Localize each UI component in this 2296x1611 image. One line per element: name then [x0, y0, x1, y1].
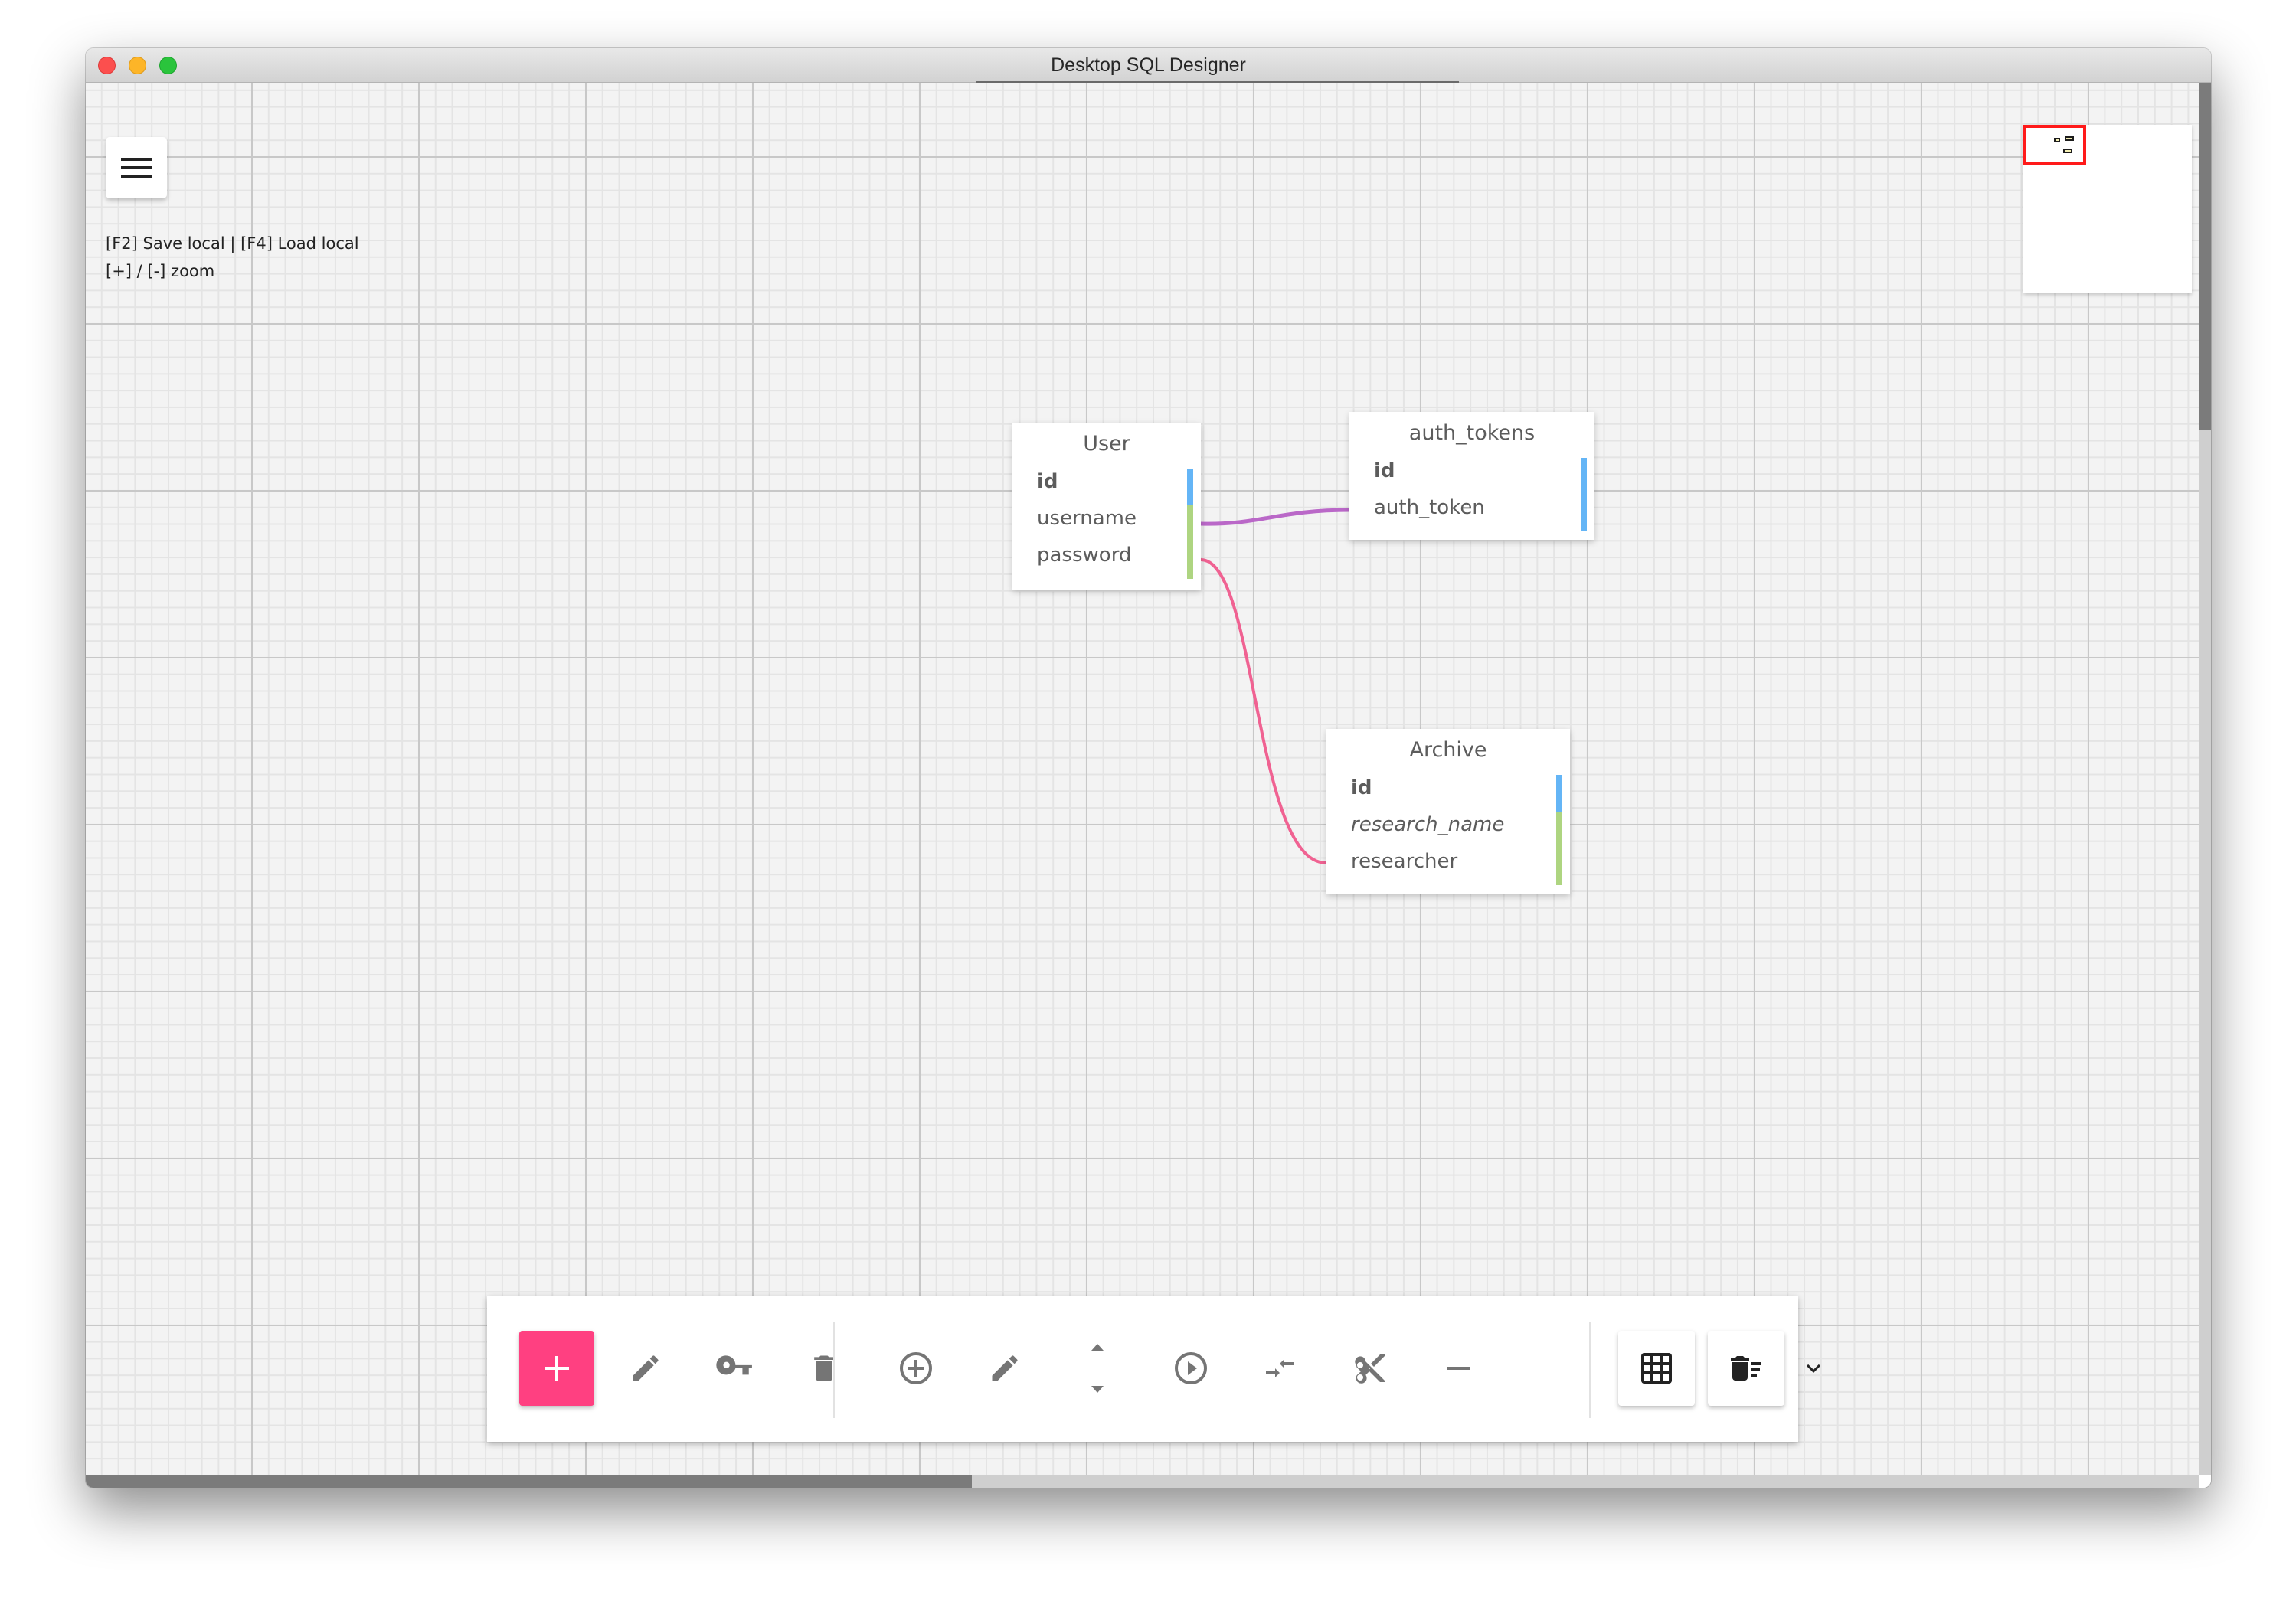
field-marker — [1556, 812, 1562, 885]
minimap-table-user — [2054, 138, 2060, 142]
add-table-button[interactable] — [519, 1331, 594, 1406]
minimap-table-archive — [2063, 149, 2072, 153]
clear-all-icon — [1731, 1356, 1761, 1381]
relations-layer — [1200, 508, 1350, 865]
minimap[interactable] — [2023, 125, 2192, 293]
main-menu-button[interactable] — [106, 137, 167, 198]
table-field[interactable]: research_name — [1351, 813, 1504, 836]
primary-key-marker — [1187, 469, 1193, 505]
field-marker — [1187, 505, 1193, 579]
hamburger-menu-icon — [121, 158, 152, 161]
app-window: Desktop SQL Designer User id username pa… — [86, 48, 2211, 1488]
chevron-down-icon — [1807, 1364, 1820, 1373]
table-user[interactable]: User id username password — [1012, 423, 1201, 590]
remove-field-button[interactable] — [1421, 1331, 1496, 1406]
vertical-scrollbar-thumb[interactable] — [2199, 83, 2211, 430]
move-field-icon — [1091, 1344, 1104, 1393]
clear-all-button[interactable] — [1708, 1331, 1784, 1406]
disconnect-icon — [1355, 1354, 1385, 1384]
primary-key-marker — [1556, 775, 1562, 812]
table-field[interactable]: id — [1351, 776, 1372, 799]
shortcut-help-zoom: [+] / [-] zoom — [106, 262, 215, 280]
toolbar-divider — [833, 1322, 835, 1418]
table-field[interactable]: id — [1374, 459, 1395, 482]
remove-field-icon — [1447, 1367, 1470, 1370]
edit-table-icon — [633, 1355, 659, 1381]
minimap-viewport[interactable] — [2023, 125, 2086, 165]
table-field[interactable]: username — [1037, 507, 1137, 530]
move-field-button[interactable] — [1060, 1331, 1135, 1406]
add-table-icon — [545, 1356, 569, 1381]
hamburger-menu-icon-line — [121, 175, 152, 178]
table-field[interactable]: auth_token — [1374, 496, 1485, 519]
shortcut-help-save-load: [F2] Save local | [F4] Load local — [106, 234, 359, 253]
key-button[interactable] — [697, 1331, 772, 1406]
merge-button[interactable] — [1242, 1331, 1317, 1406]
minimap-table-auth-tokens — [2065, 136, 2074, 141]
window-title: Desktop SQL Designer — [1051, 54, 1246, 76]
toolbar-divider — [1589, 1322, 1591, 1418]
relation-user-archive[interactable] — [1200, 558, 1327, 865]
key-icon — [716, 1355, 752, 1375]
delete-table-button[interactable] — [787, 1331, 862, 1406]
table-field[interactable]: password — [1037, 544, 1131, 567]
delete-table-icon — [814, 1355, 834, 1381]
bottom-toolbar — [487, 1296, 1820, 1442]
add-field-icon — [900, 1352, 932, 1384]
table-title: User — [1083, 432, 1130, 456]
scrollbar-corner — [2199, 1475, 2211, 1488]
connect-icon — [1175, 1352, 1207, 1384]
table-auth-tokens[interactable]: auth_tokens id auth_token — [1349, 412, 1594, 540]
edit-field-icon — [992, 1355, 1018, 1381]
relation-user-auth-tokens[interactable] — [1200, 508, 1350, 526]
connect-button[interactable] — [1153, 1331, 1228, 1406]
title-bar: Desktop SQL Designer — [86, 48, 2211, 83]
disconnect-button[interactable] — [1332, 1331, 1407, 1406]
diagram-canvas[interactable]: User id username password auth_tokens id… — [86, 83, 2199, 1475]
more-options-button[interactable] — [1776, 1331, 1851, 1406]
primary-key-marker — [1581, 458, 1587, 531]
table-archive[interactable]: Archive id research_name researcher — [1326, 729, 1570, 894]
grid-toggle-button[interactable] — [1618, 1331, 1695, 1406]
table-field[interactable]: id — [1037, 470, 1058, 493]
hamburger-menu-icon-line — [121, 166, 152, 169]
table-field[interactable]: researcher — [1351, 850, 1457, 873]
merge-icon — [1266, 1359, 1294, 1377]
edit-field-button[interactable] — [967, 1331, 1042, 1406]
table-title: auth_tokens — [1408, 421, 1536, 445]
add-field-button[interactable] — [878, 1331, 953, 1406]
horizontal-scrollbar-thumb[interactable] — [86, 1475, 972, 1488]
grid-icon — [1641, 1353, 1672, 1384]
edit-table-button[interactable] — [608, 1331, 683, 1406]
table-title: Archive — [1409, 738, 1487, 762]
